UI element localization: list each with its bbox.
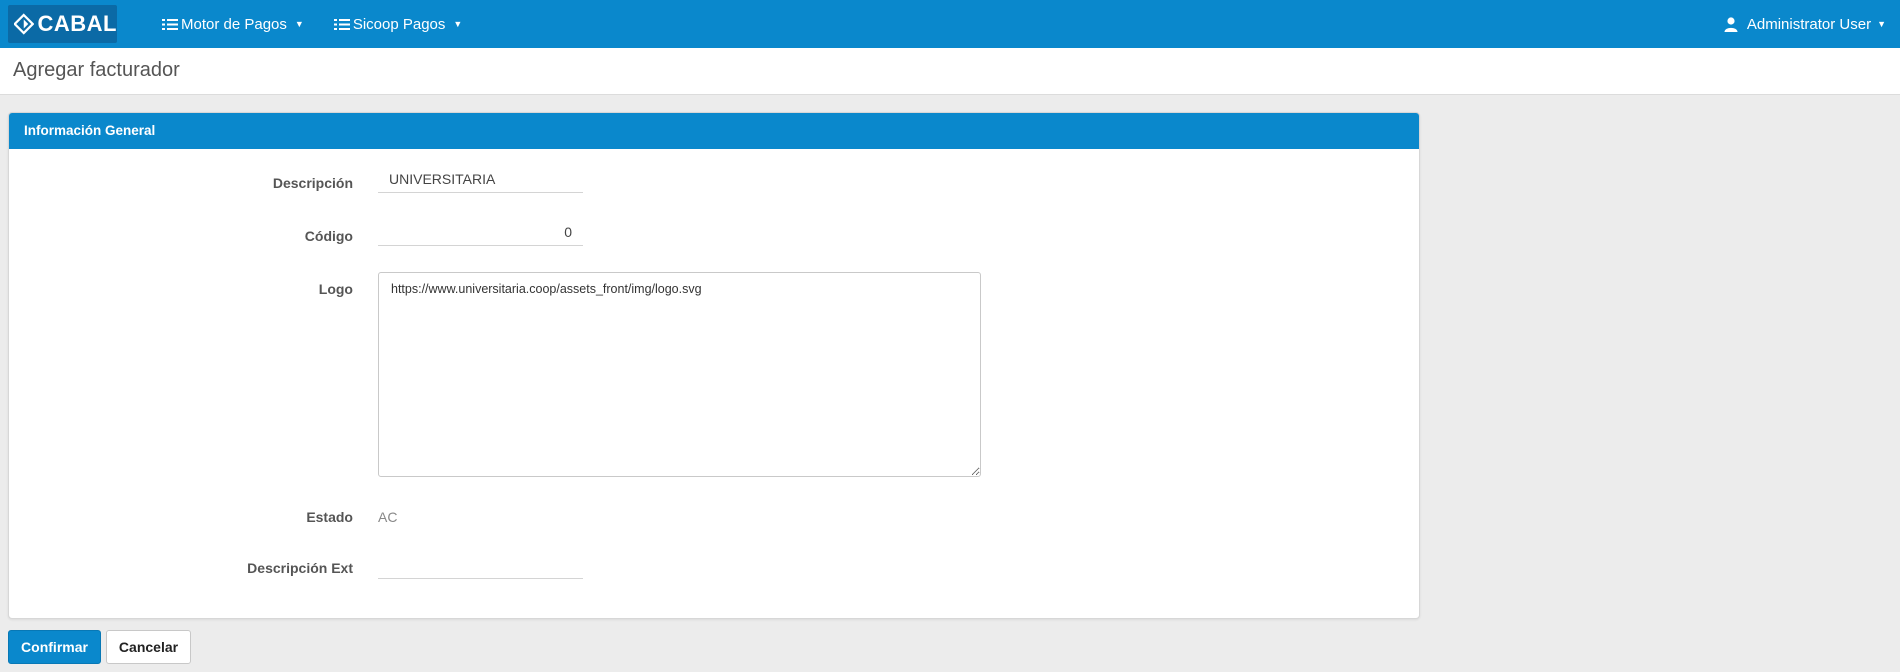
page-title: Agregar facturador	[13, 59, 180, 81]
logo-textarea[interactable]: https://www.universitaria.coop/assets_fr…	[378, 272, 981, 477]
menu-motor-de-pagos[interactable]: Motor de Pagos ▼	[162, 0, 304, 48]
menu-label: Motor de Pagos	[181, 15, 287, 33]
panel-heading: Información General	[9, 113, 1419, 149]
confirm-button[interactable]: Confirmar	[8, 630, 101, 664]
descripcion-label: Descripción	[272, 175, 353, 191]
menu-label: Sicoop Pagos	[352, 15, 446, 33]
cancel-button[interactable]: Cancelar	[106, 630, 191, 664]
list-check-icon	[162, 18, 178, 30]
logo-label: Logo	[318, 281, 353, 297]
caret-down-icon: ▼	[1877, 19, 1886, 29]
descripcion-ext-label: Descripción Ext	[247, 560, 353, 576]
user-icon	[1724, 16, 1738, 32]
user-menu[interactable]: Administrator User ▼	[1724, 0, 1886, 48]
page-header: Agregar facturador	[0, 48, 1900, 95]
codigo-label: Código	[304, 228, 353, 244]
menu-sicoop-pagos[interactable]: Sicoop Pagos ▼	[333, 0, 463, 48]
list-check-icon	[333, 18, 350, 30]
general-info-panel: Información General Descripción Código L…	[8, 112, 1420, 619]
brand-logo[interactable]: CABAL	[8, 5, 117, 43]
descripcion-ext-input[interactable]	[378, 551, 583, 579]
caret-down-icon: ▼	[294, 19, 304, 29]
caret-down-icon: ▼	[453, 19, 463, 29]
estado-label: Estado	[306, 509, 353, 525]
estado-value: AC	[378, 509, 398, 525]
cabal-diamond-icon	[14, 13, 34, 35]
user-name: Administrator User	[1746, 15, 1872, 33]
codigo-input[interactable]	[378, 218, 583, 246]
descripcion-input[interactable]	[378, 165, 583, 193]
top-navbar: CABAL Motor de Pagos ▼ Sicoop Pagos ▼ Ad…	[0, 0, 1900, 48]
brand-name: CABAL	[37, 11, 117, 36]
